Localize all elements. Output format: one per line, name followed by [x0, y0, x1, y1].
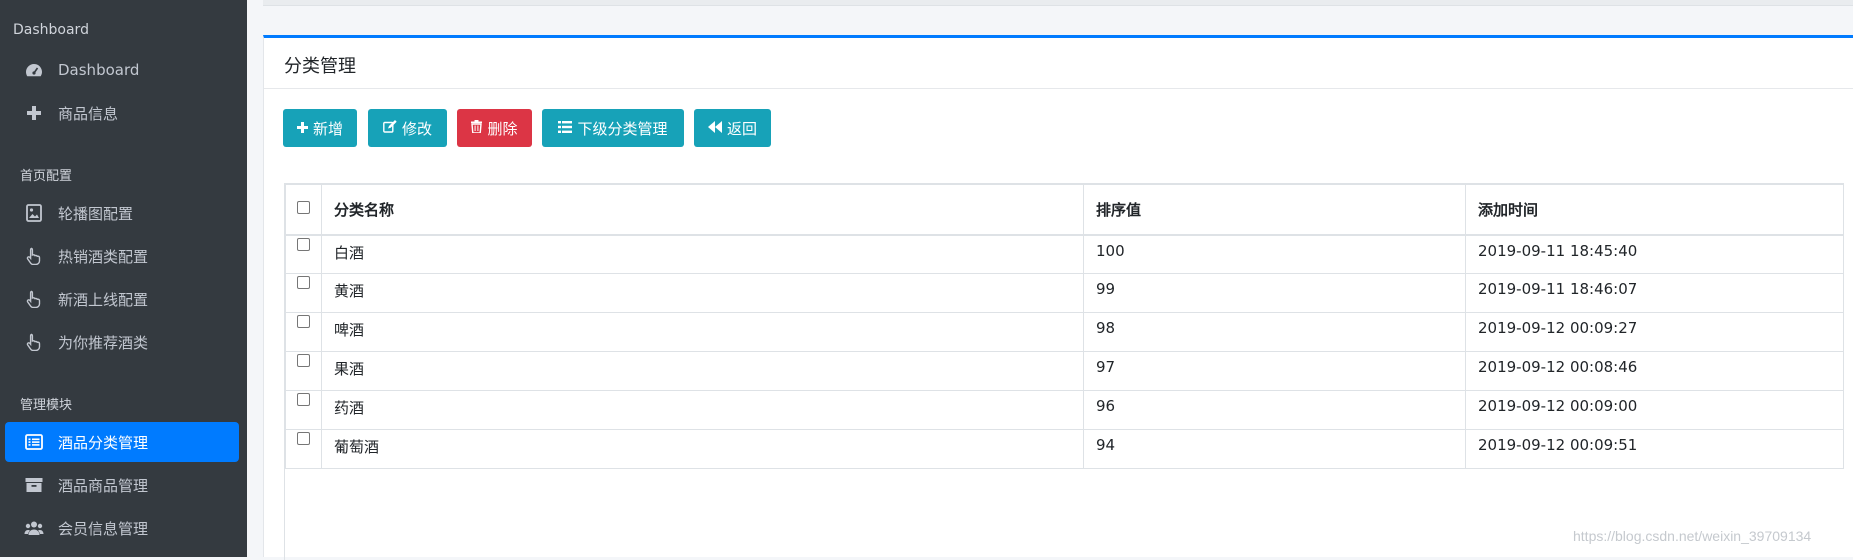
- sidebar-item-hot-config[interactable]: 热销酒类配置: [5, 236, 239, 276]
- row-checkbox[interactable]: [297, 393, 310, 406]
- table-row[interactable]: 葡萄酒 94 2019-09-12 00:09:51: [285, 429, 1844, 469]
- sidebar-item-recommend[interactable]: 为你推荐酒类: [5, 322, 239, 362]
- watermark: https://blog.csdn.net/weixin_39709134: [1573, 528, 1812, 544]
- tachometer-icon: [23, 61, 45, 79]
- cell-time: 2019-09-12 00:09:27: [1465, 312, 1844, 352]
- row-checkbox-cell: [285, 234, 322, 274]
- row-checkbox[interactable]: [297, 354, 310, 367]
- sidebar-item-product-info[interactable]: 商品信息: [5, 93, 239, 133]
- sidebar-item-member-mgmt[interactable]: 会员信息管理: [5, 508, 239, 548]
- back-button[interactable]: 返回: [694, 109, 771, 147]
- sidebar-header-home-config: 首页配置: [20, 169, 73, 184]
- header-sort-value[interactable]: 排序值: [1083, 184, 1466, 236]
- cell-time: 2019-09-11 18:46:07: [1465, 273, 1844, 313]
- table-row[interactable]: 啤酒 98 2019-09-12 00:09:27: [285, 312, 1844, 352]
- cell-time: 2019-09-12 00:09:51: [1465, 429, 1844, 469]
- cell-name: 果酒: [321, 351, 1084, 391]
- delete-button-label: 删除: [487, 119, 518, 138]
- sidebar-header-management: 管理模块: [20, 398, 73, 413]
- cell-time: 2019-09-12 00:08:46: [1465, 351, 1844, 391]
- archive-icon: [23, 476, 45, 494]
- sidebar-item-label: 酒品商品管理: [58, 476, 149, 495]
- sub-category-button[interactable]: 下级分类管理: [542, 109, 684, 147]
- cell-sort: 100: [1083, 234, 1466, 274]
- users-icon: [23, 519, 45, 537]
- cell-sort: 94: [1083, 429, 1466, 469]
- table-row[interactable]: 果酒 97 2019-09-12 00:08:46: [285, 351, 1844, 391]
- table-header-row: 分类名称 排序值 添加时间: [285, 184, 1844, 236]
- cell-sort: 96: [1083, 390, 1466, 430]
- sidebar-item-label: 新酒上线配置: [58, 290, 149, 309]
- sidebar-item-category-mgmt[interactable]: 酒品分类管理: [5, 422, 239, 462]
- header-add-time[interactable]: 添加时间: [1465, 184, 1844, 236]
- table-row[interactable]: 药酒 96 2019-09-12 00:09:00: [285, 390, 1844, 430]
- hand-pointer-icon: [23, 290, 45, 308]
- add-button-label: 新增: [312, 119, 343, 138]
- row-checkbox[interactable]: [297, 432, 310, 445]
- back-button-label: 返回: [726, 119, 757, 138]
- cell-sort: 99: [1083, 273, 1466, 313]
- sidebar-item-label: 酒品分类管理: [58, 433, 149, 452]
- cell-time: 2019-09-11 18:45:40: [1465, 234, 1844, 274]
- delete-button[interactable]: 删除: [457, 109, 532, 147]
- image-icon: [23, 204, 45, 222]
- plus-icon: [23, 104, 45, 122]
- row-checkbox-cell: [285, 429, 322, 469]
- edit-button[interactable]: 修改: [368, 109, 447, 147]
- sub-category-button-label: 下级分类管理: [577, 119, 668, 138]
- page-title: 分类管理: [284, 56, 356, 77]
- cell-sort: 97: [1083, 351, 1466, 391]
- select-all-checkbox[interactable]: [297, 201, 310, 215]
- sidebar-item-label: 轮播图配置: [58, 204, 134, 223]
- edit-button-label: 修改: [401, 119, 432, 138]
- top-navbar: [263, 0, 1853, 6]
- add-button[interactable]: 新增: [283, 109, 357, 147]
- list-icon: [558, 119, 573, 137]
- trash-icon: [471, 119, 483, 137]
- sidebar-item-dashboard[interactable]: Dashboard: [5, 50, 239, 90]
- sidebar-item-label: 为你推荐酒类: [58, 333, 149, 352]
- sidebar: Dashboard Dashboard 商品信息 首页配置 轮播图配置 热销酒类…: [0, 0, 247, 557]
- row-checkbox-cell: [285, 312, 322, 352]
- table-row[interactable]: 黄酒 99 2019-09-11 18:46:07: [285, 273, 1844, 313]
- cell-name: 葡萄酒: [321, 429, 1084, 469]
- category-table: 分类名称 排序值 添加时间 白酒 100 2019-09-11 18:45:40…: [285, 184, 1844, 469]
- cell-name: 白酒: [321, 234, 1084, 274]
- sidebar-item-label: Dashboard: [58, 61, 140, 79]
- sidebar-item-product-mgmt[interactable]: 酒品商品管理: [5, 465, 239, 505]
- row-checkbox[interactable]: [297, 315, 310, 328]
- edit-icon: [383, 119, 397, 137]
- table-row[interactable]: 白酒 100 2019-09-11 18:45:40: [285, 234, 1844, 274]
- sidebar-item-label: 会员信息管理: [58, 519, 149, 538]
- cell-sort: 98: [1083, 312, 1466, 352]
- sidebar-item-label: 热销酒类配置: [58, 247, 149, 266]
- cell-name: 黄酒: [321, 273, 1084, 313]
- header-category-name[interactable]: 分类名称: [321, 184, 1084, 236]
- cell-time: 2019-09-12 00:09:00: [1465, 390, 1844, 430]
- backward-icon: [707, 119, 722, 137]
- row-checkbox-cell: [285, 351, 322, 391]
- category-table-container: 分类名称 排序值 添加时间 白酒 100 2019-09-11 18:45:40…: [284, 183, 1844, 560]
- row-checkbox-cell: [285, 390, 322, 430]
- card-divider: [264, 88, 1853, 89]
- sidebar-item-label: 商品信息: [58, 104, 119, 123]
- list-icon: [23, 433, 45, 451]
- category-card: 分类管理 新增 修改 删除 下级分类管理 返回 分类名称 排序值 添加时间 白酒…: [263, 35, 1853, 560]
- row-checkbox[interactable]: [297, 276, 310, 289]
- cell-name: 啤酒: [321, 312, 1084, 352]
- hand-pointer-icon: [23, 247, 45, 265]
- select-all-cell: [285, 184, 322, 236]
- row-checkbox[interactable]: [297, 237, 310, 251]
- sidebar-item-new-config[interactable]: 新酒上线配置: [5, 279, 239, 319]
- sidebar-header-dashboard: Dashboard: [13, 22, 89, 38]
- cell-name: 药酒: [321, 390, 1084, 430]
- row-checkbox-cell: [285, 273, 322, 313]
- sidebar-item-carousel-config[interactable]: 轮播图配置: [5, 193, 239, 233]
- hand-pointer-icon: [23, 333, 45, 351]
- plus-icon: [296, 119, 308, 137]
